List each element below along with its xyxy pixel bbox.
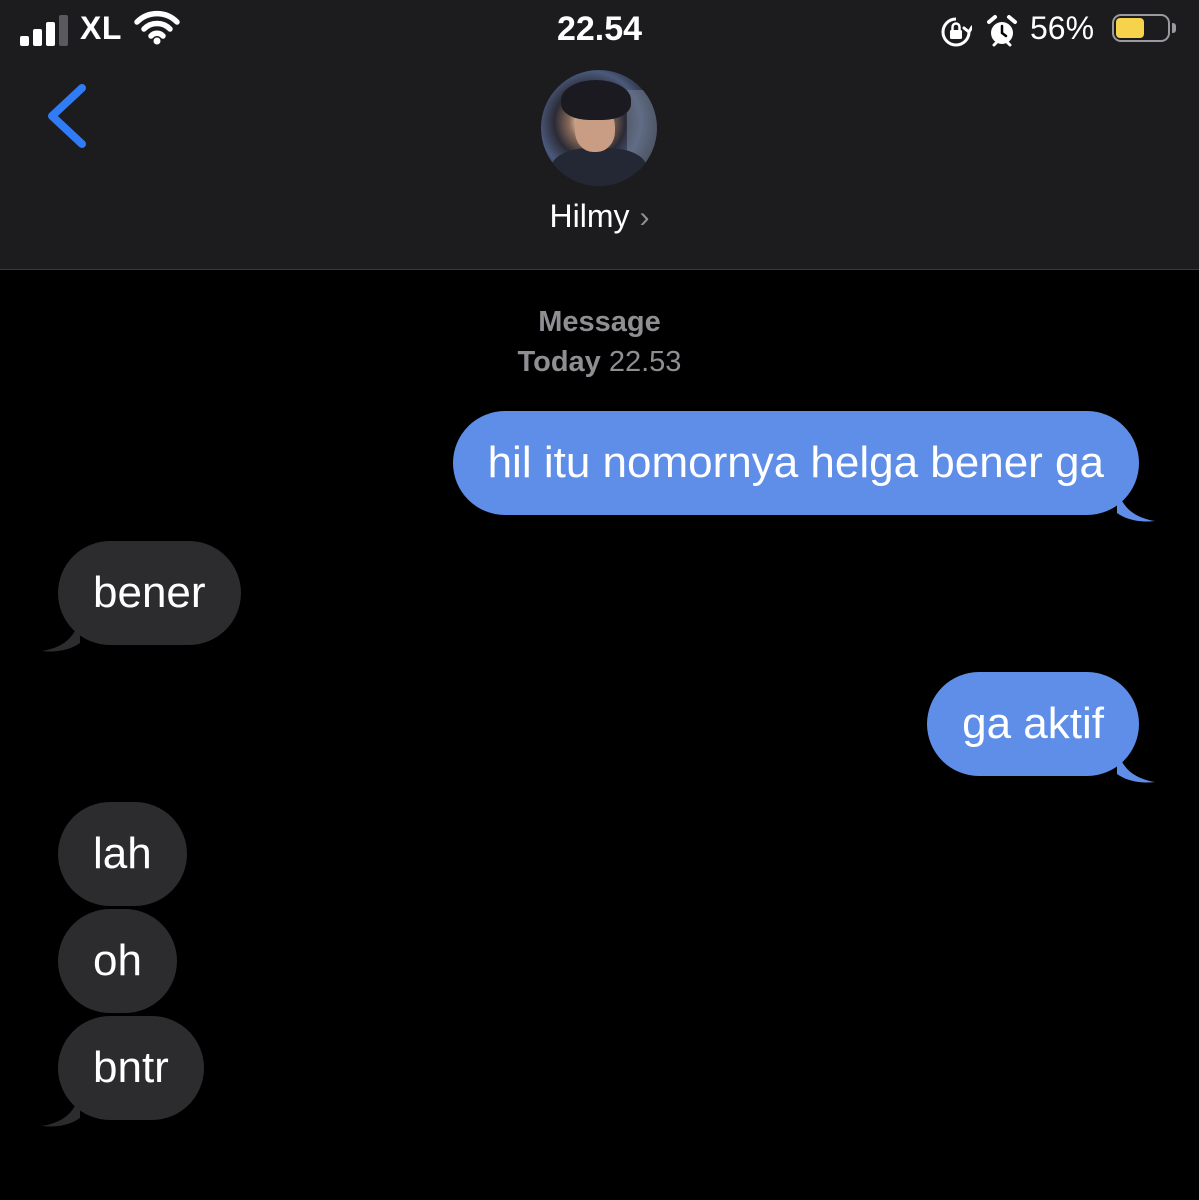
conversation-header: XL 22.54 56% Hilmy › (0, 0, 1199, 270)
message-text: ga aktif (962, 699, 1104, 748)
contact-avatar[interactable] (541, 70, 657, 186)
thread-day: Today (517, 346, 601, 378)
message-text: bener (93, 568, 206, 617)
battery-icon (1112, 14, 1176, 46)
thread-service-label: Message (538, 306, 661, 338)
received-message-bubble[interactable]: bntr (42, 1016, 204, 1127)
contact-name-button[interactable]: Hilmy › (0, 198, 1199, 235)
contact-name: Hilmy (549, 198, 630, 234)
status-bar: XL 22.54 56% (0, 0, 1199, 62)
orientation-lock-icon (941, 17, 972, 47)
message-text: hil itu nomornya helga bener ga (487, 438, 1104, 487)
received-message-bubble[interactable]: lah (58, 802, 187, 906)
sent-message-bubble[interactable]: ga aktif (927, 672, 1155, 783)
chevron-right-icon: › (639, 201, 650, 234)
status-time: 22.54 (556, 10, 643, 48)
message-text: oh (93, 936, 142, 985)
received-message-bubble[interactable]: oh (58, 909, 177, 1013)
battery-percentage: 56% (1030, 10, 1095, 46)
received-message-bubble[interactable]: bener (42, 541, 241, 652)
thread-timestamp: Today 22.53 (0, 346, 1199, 379)
message-text: bntr (93, 1043, 169, 1092)
message-text: lah (93, 829, 152, 878)
back-chevron-icon[interactable] (38, 80, 98, 152)
thread-time: 22.53 (608, 346, 682, 378)
sent-message-bubble[interactable]: hil itu nomornya helga bener ga (452, 411, 1155, 522)
alarm-icon (987, 15, 1017, 47)
